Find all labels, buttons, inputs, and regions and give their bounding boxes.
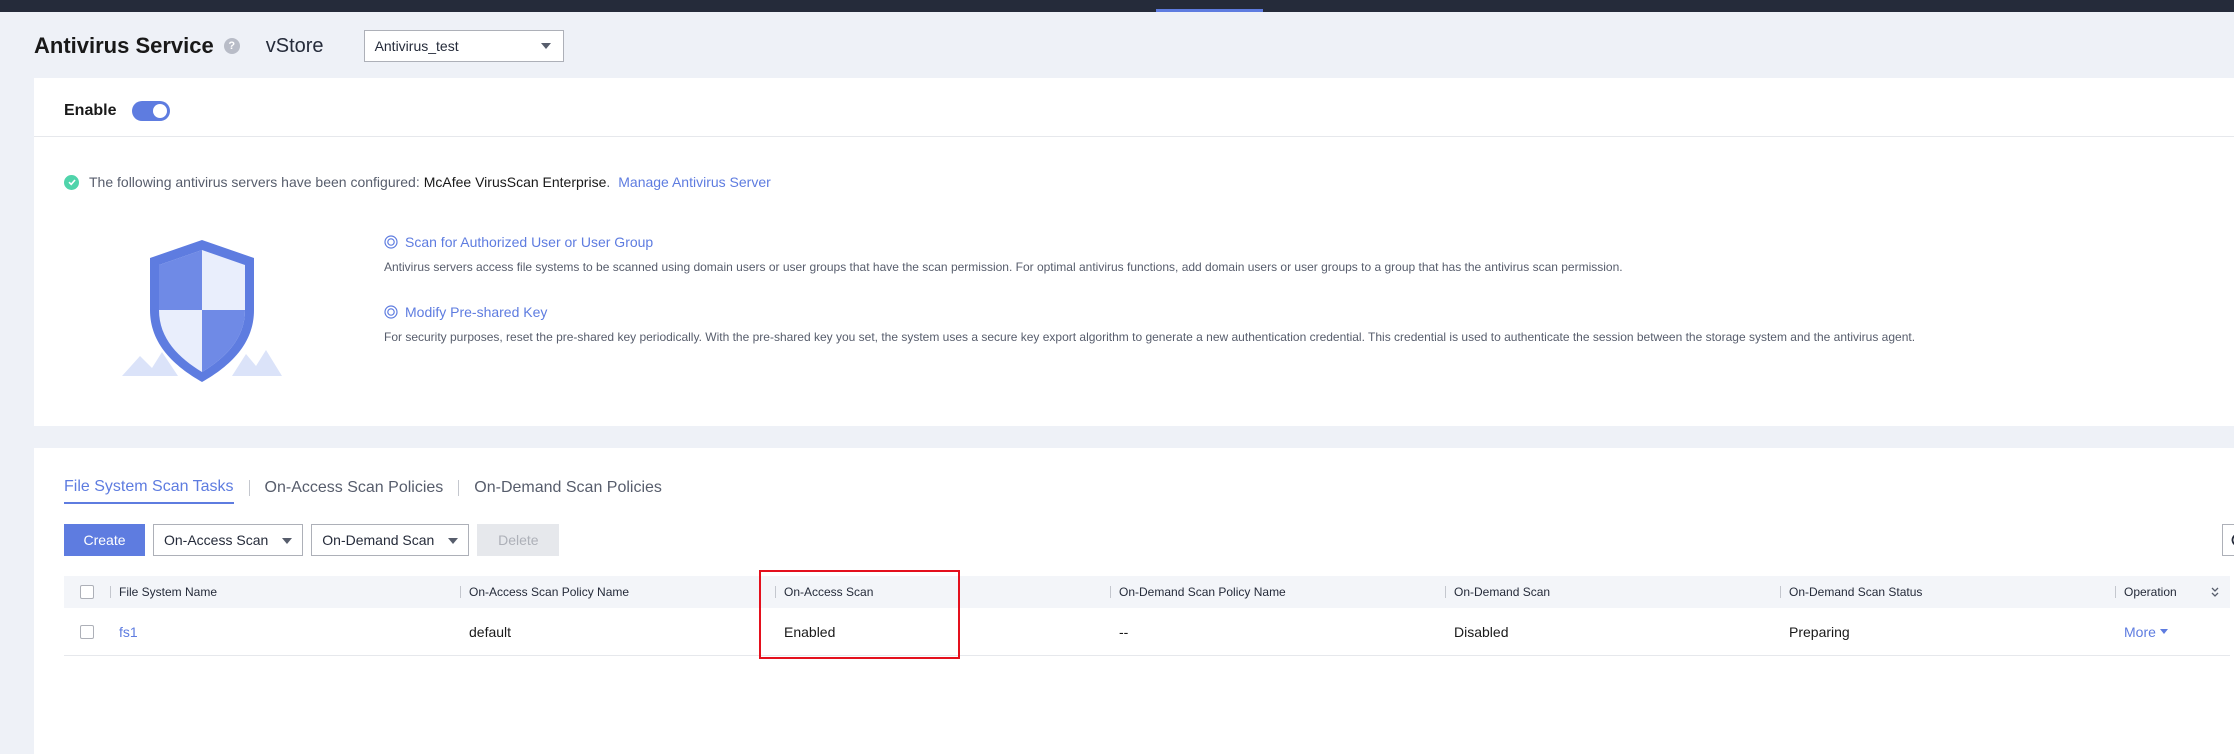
column-header-label: On-Demand Scan (1454, 585, 1551, 599)
column-separator (1780, 586, 1781, 598)
enable-label: Enable (64, 102, 117, 119)
cell-on-access-policy-name: default (469, 623, 512, 640)
info-title-authorized-user[interactable]: Scan for Authorized User or User Group (384, 234, 1623, 250)
tab-on-demand-scan-policies[interactable]: On-Demand Scan Policies (474, 479, 662, 503)
select-all-checkbox[interactable] (80, 585, 94, 599)
info-title-text: Modify Pre-shared Key (405, 304, 548, 320)
table-header: File System Name On-Access Scan Policy N… (64, 576, 2230, 608)
scan-tasks-card: File System Scan Tasks On-Access Scan Po… (34, 448, 2234, 754)
vstore-label: vStore (265, 34, 324, 57)
cell-on-demand-scan-status: Preparing (1789, 623, 1850, 640)
info-authorized-user: Scan for Authorized User or User Group A… (384, 234, 1623, 274)
chevron-down-icon (282, 538, 293, 544)
success-check-icon (64, 174, 79, 190)
col-file-system-name[interactable]: File System Name (110, 576, 217, 608)
on-demand-scan-dropdown-label: On-Demand Scan (322, 532, 435, 548)
info-desc: Antivirus servers access file systems to… (384, 260, 1623, 274)
on-demand-scan-dropdown[interactable]: On-Demand Scan (311, 524, 470, 556)
column-header-label: On-Demand Scan Status (1789, 585, 1923, 599)
column-header-label: On-Access Scan Policy Name (469, 585, 630, 599)
col-on-access-scan[interactable]: On-Access Scan (775, 576, 873, 608)
on-access-scan-dropdown-label: On-Access Scan (164, 532, 269, 548)
enable-toggle[interactable] (132, 101, 171, 121)
column-separator (110, 586, 111, 598)
configured-notice: The following antivirus servers have bee… (64, 172, 771, 192)
more-menu[interactable]: More (2124, 608, 2168, 655)
shield-illustration-icon (122, 236, 282, 386)
top-nav-active-indicator (1156, 9, 1263, 12)
column-separator (2115, 586, 2116, 598)
help-icon[interactable]: ? (223, 38, 240, 54)
column-separator (1110, 586, 1111, 598)
tab-on-access-scan-policies[interactable]: On-Access Scan Policies (265, 479, 444, 503)
tab-bar: File System Scan Tasks On-Access Scan Po… (64, 476, 662, 506)
vstore-select-value: Antivirus_test (374, 38, 459, 54)
divider (34, 136, 2234, 137)
col-on-demand-scan[interactable]: On-Demand Scan (1445, 576, 1550, 608)
column-settings-button[interactable] (2210, 576, 2220, 608)
table-toolbar: Create On-Access Scan On-Demand Scan Del… (64, 524, 2234, 556)
page-title: Antivirus Service (34, 33, 214, 58)
cell-on-demand-policy-name: -- (1119, 623, 1129, 640)
more-link: More (2124, 623, 2156, 640)
col-on-access-policy-name[interactable]: On-Access Scan Policy Name (460, 576, 629, 608)
manage-antivirus-server-link[interactable]: Manage Antivirus Server (618, 174, 771, 190)
antivirus-config-card: Enable The following antivirus servers h… (34, 78, 2234, 426)
info-desc: For security purposes, reset the pre-sha… (384, 330, 1916, 344)
toggle-knob (153, 104, 168, 118)
chevron-down-icon (2159, 629, 2168, 634)
table-row: fs1 default Enabled -- Disabled Preparin… (64, 608, 2230, 656)
notice-period: . (606, 174, 611, 190)
row-select-cell (80, 608, 94, 655)
info-title-preshared-key[interactable]: Modify Pre-shared Key (384, 304, 1915, 320)
target-icon (384, 305, 398, 319)
enable-row: Enable (64, 96, 171, 126)
double-chevron-down-icon (2211, 587, 2219, 597)
page-header: Antivirus Service ? vStore Antivirus_tes… (34, 28, 564, 64)
column-separator (1445, 586, 1446, 598)
tab-separator (248, 480, 250, 496)
top-nav-bar (0, 0, 2234, 12)
select-all-cell (80, 576, 94, 608)
tab-separator (458, 480, 460, 496)
cell-file-system-name: fs1 (119, 608, 138, 655)
col-on-demand-scan-status[interactable]: On-Demand Scan Status (1780, 576, 1922, 608)
column-separator (775, 586, 776, 598)
row-checkbox[interactable] (80, 624, 94, 639)
scan-tasks-table: File System Name On-Access Scan Policy N… (64, 576, 2230, 656)
tab-file-system-scan-tasks[interactable]: File System Scan Tasks (64, 478, 234, 504)
column-header-label: On-Demand Scan Policy Name (1119, 585, 1286, 599)
column-separator (460, 586, 461, 598)
on-access-scan-dropdown[interactable]: On-Access Scan (153, 524, 304, 556)
file-system-link[interactable]: fs1 (119, 624, 138, 640)
refresh-icon (2231, 534, 2234, 545)
chevron-down-icon (448, 538, 459, 544)
vstore-select[interactable]: Antivirus_test (363, 30, 564, 62)
col-operation: Operation (2115, 576, 2177, 608)
info-preshared-key: Modify Pre-shared Key For security purpo… (384, 304, 1915, 344)
delete-button[interactable]: Delete (477, 524, 560, 556)
refresh-button[interactable] (2222, 524, 2234, 556)
notice-text: The following antivirus servers have bee… (89, 174, 420, 190)
info-title-text: Scan for Authorized User or User Group (405, 234, 654, 250)
cell-on-demand-scan: Disabled (1454, 623, 1509, 640)
column-header-label: File System Name (119, 585, 218, 599)
chevron-down-icon (540, 43, 551, 49)
create-button[interactable]: Create (64, 524, 145, 556)
column-header-label: Operation (2124, 585, 2177, 599)
cell-on-access-scan: Enabled (784, 623, 836, 640)
target-icon (384, 235, 398, 249)
notice-server-name: McAfee VirusScan Enterprise (423, 174, 607, 190)
column-header-label: On-Access Scan (784, 585, 874, 599)
col-on-demand-policy-name[interactable]: On-Demand Scan Policy Name (1110, 576, 1286, 608)
